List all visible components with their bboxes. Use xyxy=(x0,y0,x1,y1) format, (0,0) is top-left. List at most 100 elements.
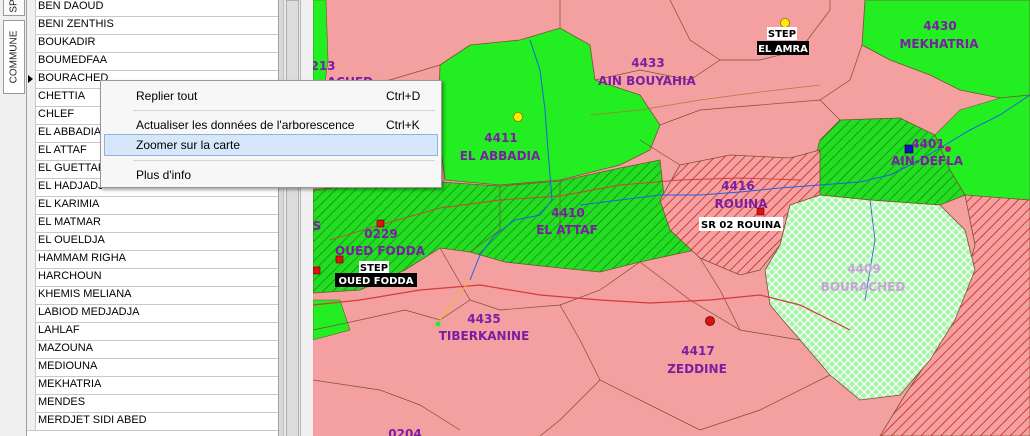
commune-name-cell: BOUMEDFAA xyxy=(38,54,108,66)
list-scrollbar[interactable] xyxy=(283,0,300,436)
row-selector[interactable] xyxy=(27,124,36,142)
menu-item-shortcut: Ctrl+K xyxy=(386,118,420,132)
row-selector[interactable] xyxy=(27,394,36,412)
menu-separator xyxy=(133,160,435,161)
row-selector[interactable] xyxy=(27,142,36,160)
row-selector[interactable] xyxy=(27,70,36,88)
station-marker-el-abbadia[interactable] xyxy=(513,112,523,122)
commune-row-el-oueldja[interactable]: EL OUELDJA xyxy=(27,232,278,251)
row-selector[interactable] xyxy=(27,196,36,214)
commune-row-lahlaf[interactable]: LAHLAF xyxy=(27,322,278,341)
row-selector[interactable] xyxy=(27,160,36,178)
commune-row-hammam-righa[interactable]: HAMMAM RIGHA xyxy=(27,250,278,269)
commune-name-cell: EL MATMAR xyxy=(38,216,101,228)
commune-row-el-matmar[interactable]: EL MATMAR xyxy=(27,214,278,233)
row-selector[interactable] xyxy=(27,232,36,250)
commune-row-labiod-medjadja[interactable]: LABIOD MEDJADJA xyxy=(27,304,278,323)
row-selector[interactable] xyxy=(27,304,36,322)
commune-name-cell: HAMMAM RIGHA xyxy=(38,252,126,264)
context-menu: Replier tout Ctrl+D Actualiser les donné… xyxy=(100,80,442,188)
commune-name-cell: KHEMIS MELIANA xyxy=(38,288,132,300)
commune-name-cell: EL OUELDJA xyxy=(38,234,105,246)
code-4401: 4401 xyxy=(911,137,944,151)
commune-name-cell: CHLEF xyxy=(38,108,75,120)
commune-row-beni-zenthis[interactable]: BENI ZENTHIS xyxy=(27,16,278,35)
square-marker-oued-fodda-1[interactable] xyxy=(376,219,385,228)
row-selector[interactable] xyxy=(27,322,36,340)
square-marker-oued-fodda-3[interactable] xyxy=(313,266,321,275)
code-4411: 4411 xyxy=(484,131,517,145)
row-selector[interactable] xyxy=(27,0,36,16)
point-marker-tiberkanine xyxy=(435,321,441,327)
row-selector[interactable] xyxy=(27,214,36,232)
name-tiberkanine: TIBERKANINE xyxy=(439,329,530,343)
menu-item-actualiser[interactable]: Actualiser les données de l'arborescence… xyxy=(104,114,438,136)
step-oued-fodda-line1: STEP xyxy=(360,263,388,274)
commune-name-cell: MEDIOUNA xyxy=(38,360,98,372)
partial-name-s: S xyxy=(313,219,321,233)
row-selector[interactable] xyxy=(27,286,36,304)
commune-row-ben-daoud[interactable]: BEN DAOUD xyxy=(27,0,278,17)
name-el-abbadia: EL ABBADIA xyxy=(460,149,541,163)
row-selector[interactable] xyxy=(27,250,36,268)
tab-commune[interactable]: COMMUNE xyxy=(3,20,25,94)
tab-sp-label: SP xyxy=(8,0,20,13)
commune-name-cell: BOURACHED xyxy=(38,72,109,84)
station-marker-zeddine[interactable] xyxy=(705,316,715,326)
commune-row-mazouna[interactable]: MAZOUNA xyxy=(27,340,278,359)
commune-list: BEN DAOUD BENI ZENTHIS BOUKADIR BOUMEDFAA BO… xyxy=(27,0,278,436)
name-el-attaf: EL ATTAF xyxy=(536,223,598,237)
panel-splitter[interactable] xyxy=(300,0,314,436)
commune-row-el-karimia[interactable]: EL KARIMIA xyxy=(27,196,278,215)
commune-name-cell: BOUKADIR xyxy=(38,36,96,48)
code-4417: 4417 xyxy=(681,344,714,358)
row-selector[interactable] xyxy=(27,412,36,430)
menu-item-replier-tout[interactable]: Replier tout Ctrl+D xyxy=(104,85,438,107)
commune-name-cell: HARCHOUN xyxy=(38,270,102,282)
commune-name-cell: LAHLAF xyxy=(38,324,80,336)
commune-name-cell: EL ATTAF xyxy=(38,144,87,156)
commune-row-khemis-meliana[interactable]: KHEMIS MELIANA xyxy=(27,286,278,305)
name-zeddine: ZEDDINE xyxy=(667,362,727,376)
row-selector[interactable] xyxy=(27,376,36,394)
row-selector[interactable] xyxy=(27,358,36,376)
row-selector[interactable] xyxy=(27,16,36,34)
menu-item-label: Zoomer sur la carte xyxy=(136,138,241,152)
sr-02-rouina-label: SR 02 ROUINA xyxy=(701,220,781,231)
map-view[interactable]: 4430 MEKHATRIA 4433 AIN BOUYAHIA 4411 EL… xyxy=(313,0,1030,436)
commune-row-mekhatria[interactable]: MEKHATRIA xyxy=(27,376,278,395)
commune-name-cell: EL GUETTAR xyxy=(38,162,106,174)
point-marker-ain-defla[interactable] xyxy=(945,146,951,152)
row-selector[interactable] xyxy=(27,268,36,286)
current-row-icon xyxy=(28,75,33,83)
row-selector[interactable] xyxy=(27,106,36,124)
commune-row-mendes[interactable]: MENDES xyxy=(27,394,278,413)
row-selector[interactable] xyxy=(27,340,36,358)
row-selector[interactable] xyxy=(27,52,36,70)
commune-row-boumedfaa[interactable]: BOUMEDFAA xyxy=(27,52,278,71)
commune-name-cell: MAZOUNA xyxy=(38,342,93,354)
commune-name-cell: CHETTIA xyxy=(38,90,86,102)
menu-item-zoomer-sur-la-carte[interactable]: Zoomer sur la carte xyxy=(104,134,438,156)
row-selector[interactable] xyxy=(27,88,36,106)
commune-name-cell: EL HADJADJ xyxy=(38,180,104,192)
menu-item-label: Plus d'info xyxy=(136,168,191,182)
row-selector[interactable] xyxy=(27,34,36,52)
step-el-amra-line2: EL AMRA xyxy=(758,44,808,55)
scrollbar-thumb[interactable] xyxy=(286,0,299,436)
commune-row-harchoun[interactable]: HARCHOUN xyxy=(27,268,278,287)
name-ain-bouyahia: AIN BOUYAHIA xyxy=(598,74,696,88)
station-marker-el-amra[interactable] xyxy=(780,18,790,28)
map-canvas[interactable]: 4430 MEKHATRIA 4433 AIN BOUYAHIA 4411 EL… xyxy=(313,0,1030,436)
commune-row-merdjet-sidi-abed[interactable]: MERDJET SIDI ABED xyxy=(27,412,278,431)
commune-row-mediouna[interactable]: MEDIOUNA xyxy=(27,358,278,377)
tab-sp[interactable]: SP xyxy=(3,0,25,16)
commune-name-cell: MERDJET SIDI ABED xyxy=(38,414,147,426)
menu-item-plus-d-info[interactable]: Plus d'info xyxy=(104,164,438,186)
commune-name-cell: LABIOD MEDJADJA xyxy=(38,306,140,318)
menu-separator xyxy=(133,110,435,111)
commune-row-boukadir[interactable]: BOUKADIR xyxy=(27,34,278,53)
commune-name-cell: BENI ZENTHIS xyxy=(38,18,114,30)
row-selector[interactable] xyxy=(27,178,36,196)
commune-name-cell: EL KARIMIA xyxy=(38,198,100,210)
